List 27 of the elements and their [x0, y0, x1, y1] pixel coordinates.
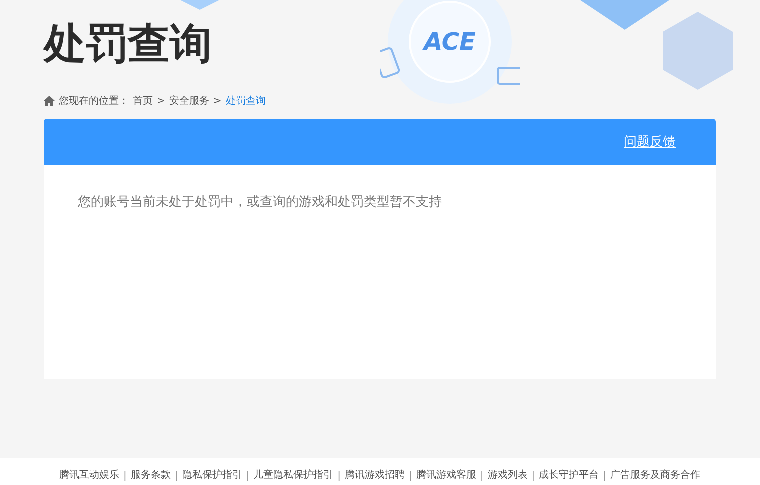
footer-separator: | [409, 471, 412, 482]
footer-link[interactable]: 成长守护平台 [539, 468, 600, 482]
footer-separator: | [124, 471, 127, 482]
footer-link[interactable]: 儿童隐私保护指引 [254, 468, 334, 482]
breadcrumb-separator: > [213, 96, 222, 106]
breadcrumb-link[interactable]: 首页 [133, 94, 153, 108]
footer-separator: | [480, 471, 484, 482]
footer-separator: | [246, 471, 250, 482]
footer-separator: | [338, 471, 341, 482]
breadcrumb-label: 您现在的位置： [59, 94, 129, 108]
footer-link[interactable]: 隐私保护指引 [182, 468, 242, 482]
decorative-triangle-drawing [180, 0, 220, 10]
status-message: 您的账号当前未处于处罚中，或查询的游戏和处罚类型暂不支持 [78, 194, 443, 211]
footer-separator: | [532, 471, 536, 482]
footer-separator: | [603, 471, 606, 482]
footer-link[interactable]: 腾讯游戏招聘 [345, 468, 405, 482]
footer-link[interactable]: 腾讯游戏客服 [416, 468, 476, 482]
breadcrumb-separator: > [157, 96, 166, 106]
footer-link[interactable]: 腾讯互动娱乐 [60, 468, 120, 482]
footer-link[interactable]: 服务条款 [130, 468, 171, 482]
page-title: 处罚查询 [44, 18, 212, 70]
footer-link[interactable]: 广告服务及商务合作 [610, 468, 700, 482]
breadcrumb-link[interactable]: 处罚查询 [226, 94, 266, 108]
home-icon [44, 96, 55, 106]
footer-separator: | [174, 471, 178, 482]
footer-link[interactable]: 游戏列表 [488, 468, 528, 482]
breadcrumb-link[interactable]: 安全服务 [169, 94, 210, 108]
